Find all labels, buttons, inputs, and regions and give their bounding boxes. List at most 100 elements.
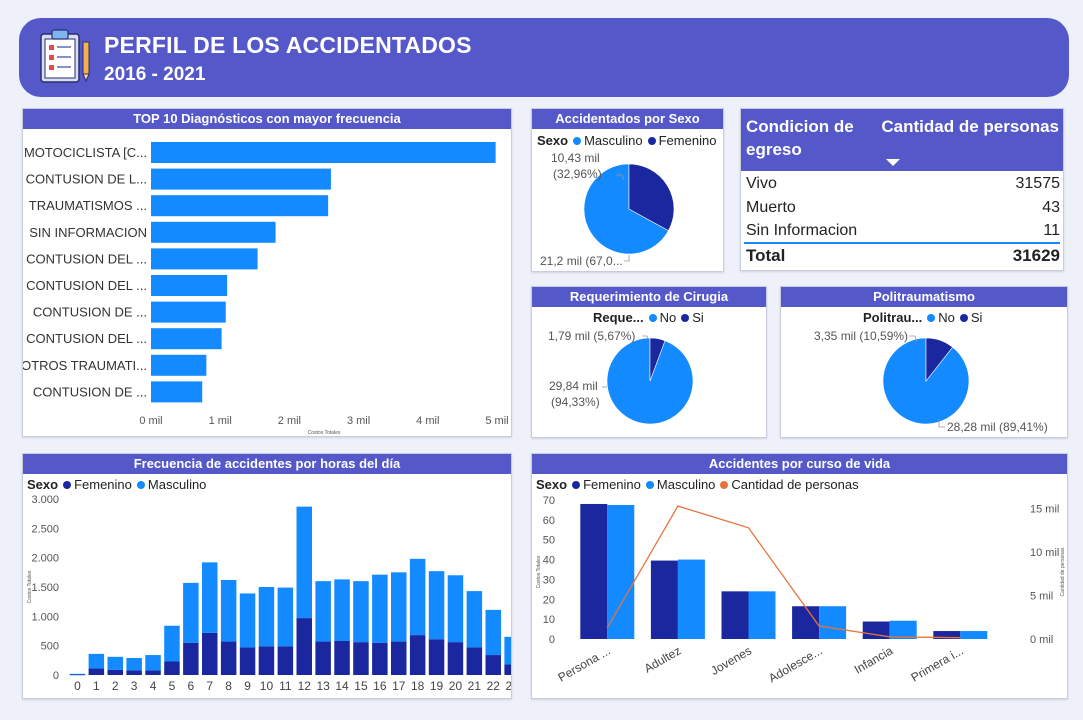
- bar[interactable]: [151, 275, 228, 296]
- bar-segment[interactable]: [164, 661, 180, 675]
- bar-segment[interactable]: [315, 641, 331, 675]
- bar[interactable]: [151, 142, 496, 163]
- bar-segment[interactable]: [372, 642, 388, 675]
- bar-segment[interactable]: [88, 668, 105, 675]
- bar[interactable]: [792, 606, 820, 639]
- y-tick-label: 3.000: [31, 494, 59, 506]
- category-label: CONTUSION DE L...: [26, 172, 147, 187]
- bar-segment[interactable]: [145, 670, 161, 675]
- sexo-pie-chart[interactable]: 10,43 mil (32,96%) 21,2 mil (67,0...: [532, 109, 724, 272]
- column-header-cantidad[interactable]: Cantidad de personas: [881, 115, 1059, 138]
- bar-segment[interactable]: [447, 642, 464, 675]
- bar-segment[interactable]: [466, 647, 483, 675]
- bar-segment[interactable]: [409, 635, 426, 675]
- curso-vida-combo-chart[interactable]: 0 10 20 30 40 50 60 70 0 mil 5 mil 10 mil 15 mil Cos…: [532, 454, 1068, 699]
- bar-segment[interactable]: [447, 575, 464, 643]
- bar-segment[interactable]: [239, 647, 256, 675]
- y-tick-label: 2.500: [31, 523, 59, 535]
- bar[interactable]: [151, 195, 329, 217]
- bar-segment[interactable]: [202, 562, 218, 633]
- bar[interactable]: [151, 301, 226, 323]
- y2-tick-label: 15 mil: [1030, 504, 1059, 516]
- bar[interactable]: [151, 328, 222, 350]
- bar-segment[interactable]: [466, 591, 483, 648]
- bar-segment[interactable]: [183, 582, 199, 643]
- bar-segment[interactable]: [126, 657, 142, 671]
- bar-segment[interactable]: [69, 673, 86, 675]
- bar-segment[interactable]: [428, 571, 445, 640]
- top-diagnosticos-chart[interactable]: MOTOCICLISTA [C... CONTUSION DE L... TRAUM…: [23, 130, 512, 437]
- bar[interactable]: [819, 606, 847, 639]
- bar[interactable]: [748, 591, 776, 639]
- category-label: TRAUMATISMOS ...: [29, 198, 147, 213]
- bar-segment[interactable]: [353, 581, 369, 643]
- bar-segment[interactable]: [107, 669, 124, 675]
- politrauma-pie-chart[interactable]: 3,35 mil (10,59%) 28,28 mil (89,41%): [781, 287, 1068, 438]
- politrauma-panel: Politraumatismo Politrau... No Si 3,35 m…: [780, 286, 1068, 438]
- bar-segment[interactable]: [428, 639, 445, 675]
- sort-desc-icon[interactable]: [886, 159, 900, 167]
- bar-segment[interactable]: [277, 646, 294, 675]
- bar-segment[interactable]: [258, 587, 275, 647]
- x-tick-label: 4: [150, 679, 157, 693]
- top-diagnosticos-panel: TOP 10 Diagnósticos con mayor frecuencia…: [22, 108, 512, 437]
- x-tick-label: 16: [373, 679, 387, 693]
- bar-segment[interactable]: [220, 579, 237, 642]
- x-tick-label: 0: [74, 679, 81, 693]
- bar[interactable]: [721, 591, 749, 639]
- category-label: MOTOCICLISTA [C...: [24, 145, 147, 160]
- bar-segment[interactable]: [391, 641, 407, 675]
- bar[interactable]: [151, 354, 207, 376]
- x-tick-label: 4 mil: [416, 415, 439, 427]
- bar-segment[interactable]: [258, 646, 275, 675]
- column-header-condicion[interactable]: Condicion de egreso: [746, 115, 866, 161]
- x-tick-label: 22: [487, 679, 501, 693]
- bar-segment[interactable]: [145, 655, 161, 671]
- bar-segment[interactable]: [504, 664, 512, 675]
- cirugia-pie-chart[interactable]: 1,79 mil (5,67%) 29,84 mil (94,33%): [532, 287, 767, 438]
- bar[interactable]: [677, 559, 705, 639]
- bar-segment[interactable]: [239, 593, 256, 648]
- bar[interactable]: [151, 381, 203, 403]
- x-tick-label: 23: [505, 679, 512, 693]
- bar-segment[interactable]: [202, 632, 218, 675]
- bar-segment[interactable]: [164, 625, 180, 662]
- bar[interactable]: [151, 248, 258, 270]
- bar-segment[interactable]: [277, 587, 294, 647]
- bar-segment[interactable]: [409, 558, 426, 636]
- bar[interactable]: [607, 504, 635, 639]
- bar-segment[interactable]: [391, 572, 407, 642]
- bar-segment[interactable]: [372, 574, 388, 643]
- x-tick-label: 2 mil: [278, 415, 301, 427]
- panel-title: TOP 10 Diagnósticos con mayor frecuencia: [23, 109, 511, 129]
- bar[interactable]: [151, 221, 276, 243]
- bar-segment[interactable]: [504, 636, 512, 665]
- x-tick-label: 3: [131, 679, 138, 693]
- bar-segment[interactable]: [296, 618, 313, 675]
- bar-segment[interactable]: [183, 642, 199, 675]
- bar-segment[interactable]: [220, 641, 237, 675]
- category-label: OTROS TRAUMATI...: [23, 358, 147, 373]
- bar[interactable]: [650, 560, 678, 639]
- y-tick-label: 10: [543, 614, 555, 626]
- header-banner: PERFIL DE LOS ACCIDENTADOS 2016 - 2021: [19, 18, 1069, 97]
- bar-segment[interactable]: [315, 581, 331, 642]
- bar[interactable]: [960, 631, 988, 639]
- bar-segment[interactable]: [334, 579, 350, 641]
- slice-label: 29,84 mil: [549, 379, 598, 393]
- bar-segment[interactable]: [107, 656, 124, 670]
- bar-segment[interactable]: [353, 642, 369, 675]
- x-tick-label: 21: [468, 679, 482, 693]
- x-tick-label: 5 mil: [485, 415, 508, 427]
- bar-segment[interactable]: [126, 670, 142, 675]
- bar[interactable]: [151, 168, 331, 190]
- bar-segment[interactable]: [485, 655, 502, 675]
- bar-segment[interactable]: [334, 640, 350, 675]
- bar[interactable]: [580, 503, 608, 639]
- horas-bar-chart[interactable]: 0 500 1.000 1.500 2.000 2.500 3.000 Costos Tota…: [23, 454, 512, 699]
- bar-segment[interactable]: [485, 609, 502, 656]
- y-tick-label: 50: [543, 535, 555, 547]
- bar-segment[interactable]: [296, 506, 313, 619]
- bar-segment[interactable]: [88, 653, 105, 669]
- x-tick-label: Jovenes: [708, 643, 754, 677]
